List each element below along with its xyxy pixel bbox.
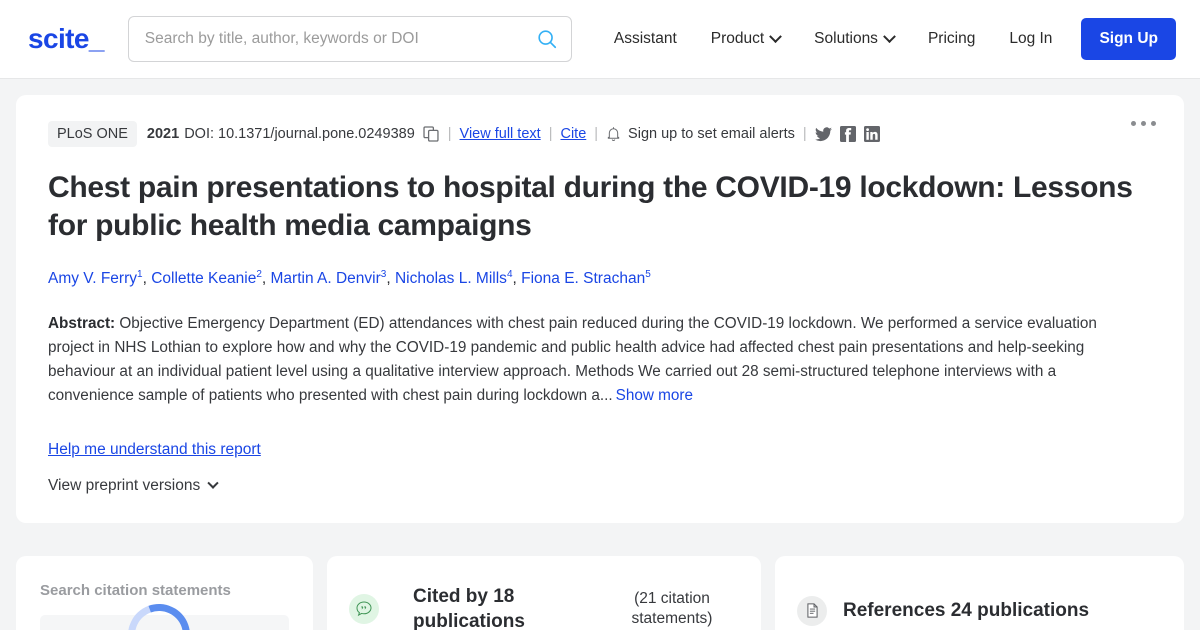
separator: | [594, 126, 599, 142]
separator: | [447, 126, 452, 142]
citation-search-panel: Search citation statements [16, 556, 313, 630]
more-options-icon[interactable] [1131, 121, 1156, 126]
author-item[interactable]: Amy V. Ferry1 [48, 269, 143, 287]
nav-label: Log In [1009, 30, 1053, 47]
nav-item-assistant[interactable]: Assistant [597, 22, 694, 56]
nav-item-pricing[interactable]: Pricing [911, 22, 992, 56]
author-list: Amy V. Ferry1, Collette Keanie2, Martin … [48, 268, 1152, 290]
author-name: Amy V. Ferry [48, 269, 137, 287]
nav-item-login[interactable]: Log In [992, 22, 1069, 56]
nav-label: Solutions [814, 30, 878, 47]
facebook-glyph [839, 126, 856, 142]
article-meta-row: PLoS ONE 2021 DOI: 10.1371/journal.pone.… [48, 121, 1152, 147]
page-body: PLoS ONE 2021 DOI: 10.1371/journal.pone.… [0, 79, 1200, 539]
view-preprint-versions-toggle[interactable]: View preprint versions [48, 477, 219, 495]
preprint-label: View preprint versions [48, 477, 201, 495]
twitter-icon[interactable] [814, 126, 832, 142]
separator: | [802, 126, 807, 142]
citation-search-label: Search citation statements [40, 582, 231, 600]
quote-bubble-glyph [356, 601, 372, 617]
author-name: Nicholas L. Mills [394, 269, 507, 287]
abstract-label: Abstract: [48, 314, 116, 332]
search-icon [538, 30, 556, 49]
email-alerts-button[interactable]: Sign up to set email alerts [606, 126, 795, 142]
document-icon [797, 595, 827, 626]
facebook-icon[interactable] [839, 126, 856, 142]
page-title: Chest pain presentations to hospital dur… [48, 171, 1133, 243]
twitter-glyph [814, 126, 832, 141]
author-separator: , [512, 269, 522, 287]
references-title: References 24 publications [843, 600, 1090, 622]
author-separator: , [261, 269, 271, 287]
journal-badge: PLoS ONE [48, 121, 137, 147]
citation-tabs: Cited by 18 publications (21 citation st… [327, 556, 1184, 630]
chevron-down-icon [769, 29, 783, 43]
site-header: scite_ Assistant Product Solutions Prici… [0, 0, 1200, 79]
author-item[interactable]: Fiona E. Strachan5 [521, 268, 651, 287]
cite-link[interactable]: Cite [560, 126, 586, 142]
author-item[interactable]: Martin A. Denvir3 [270, 269, 387, 287]
author-separator: , [386, 269, 395, 287]
main-nav: Assistant Product Solutions Pricing Log … [597, 18, 1176, 60]
search-container [127, 16, 572, 62]
cited-by-subtitle: (21 citation statements) [631, 589, 713, 628]
author-item[interactable]: Collette Keanie2 [151, 269, 262, 287]
nav-label: Assistant [613, 30, 677, 47]
dot [1151, 121, 1156, 126]
author-name: Martin A. Denvir [270, 269, 381, 287]
nav-item-product[interactable]: Product [694, 22, 797, 56]
author-name: Fiona E. Strachan [521, 269, 646, 287]
abstract-block: Abstract: Objective Emergency Department… [48, 312, 1146, 409]
show-more-link[interactable]: Show more [616, 387, 693, 404]
publication-year: 2021 [146, 126, 180, 142]
help-understand-report-link[interactable]: Help me understand this report [48, 441, 261, 459]
author-separator: , [142, 269, 152, 287]
linkedin-glyph [863, 126, 880, 142]
nav-label: Product [710, 30, 765, 47]
document-glyph [806, 603, 818, 618]
dot [1141, 121, 1146, 126]
author-name: Collette Keanie [151, 269, 257, 287]
abstract-text: Objective Emergency Department (ED) atte… [48, 314, 1097, 405]
author-affiliation-marker: 5 [645, 268, 651, 280]
nav-label: Pricing [927, 30, 976, 47]
sign-up-button[interactable]: Sign Up [1081, 18, 1176, 60]
author-item[interactable]: Nicholas L. Mills4 [394, 269, 513, 287]
linkedin-icon[interactable] [863, 126, 880, 142]
tab-references[interactable]: References 24 publications [775, 556, 1184, 630]
search-button[interactable] [534, 26, 560, 52]
social-links [814, 126, 880, 142]
doi-text: DOI: 10.1371/journal.pone.0249389 [184, 126, 415, 142]
cited-by-title: Cited by 18 publications [413, 586, 525, 630]
separator: | [548, 126, 553, 142]
scite-logo[interactable]: scite_ [28, 23, 104, 55]
view-full-text-link[interactable]: View full text [460, 126, 541, 142]
copy-glyph [423, 125, 439, 142]
quote-bubble-icon [349, 594, 379, 625]
copy-icon[interactable] [423, 125, 440, 143]
tab-cited-by[interactable]: Cited by 18 publications (21 citation st… [327, 556, 761, 630]
chevron-down-icon [883, 29, 896, 43]
email-alerts-label: Sign up to set email alerts [628, 126, 795, 142]
dot [1131, 121, 1136, 126]
article-card: PLoS ONE 2021 DOI: 10.1371/journal.pone.… [16, 95, 1184, 524]
loading-spinner [117, 594, 201, 630]
bottom-panels: Search citation statements Cited by 18 p… [0, 556, 1200, 630]
nav-item-solutions[interactable]: Solutions [797, 22, 911, 56]
chevron-down-icon [207, 477, 219, 490]
search-input[interactable] [127, 16, 572, 62]
bell-icon [607, 127, 620, 141]
